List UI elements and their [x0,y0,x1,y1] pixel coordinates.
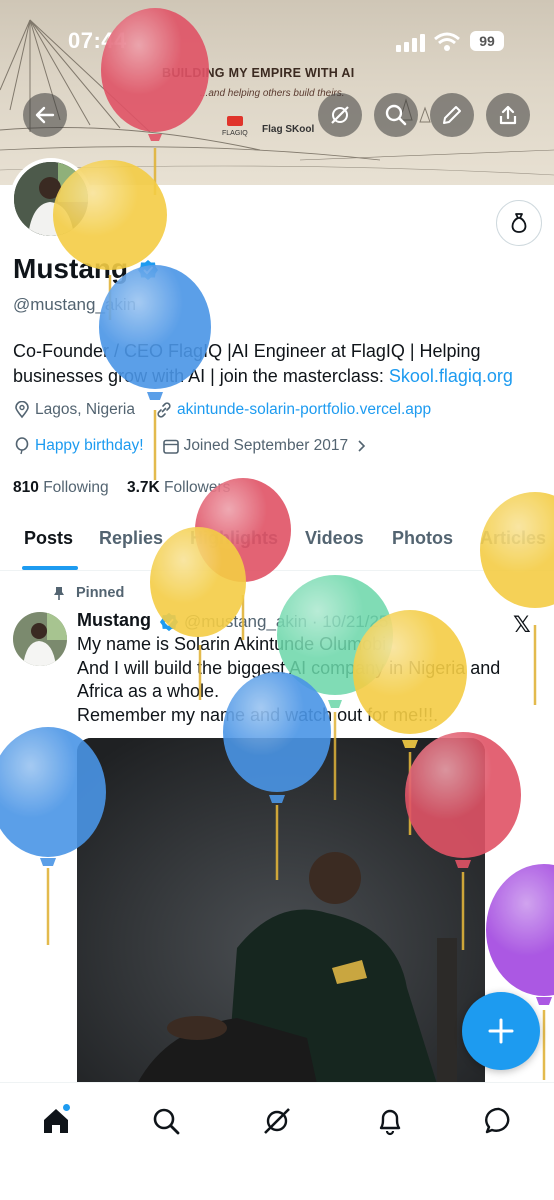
location-pin-icon [15,401,29,419]
profile-website[interactable]: akintunde-solarin-portfolio.vercel.app [177,401,431,419]
tab-replies[interactable]: Replies [99,528,163,549]
post-text: My name is Solarin Akintunde Olumobi And… [77,633,537,727]
tab-highlights[interactable]: Highlights [190,528,278,549]
post-text-line: Africa as a whole. [77,681,220,701]
following-label: Following [43,479,109,496]
verified-badge-icon[interactable] [137,259,159,281]
calendar-icon [162,439,179,454]
active-tab-indicator [22,566,78,570]
bell-icon [379,1109,401,1136]
nav-home[interactable] [36,1101,76,1141]
flag-skool-text: Flag SKool [262,124,315,135]
compose-button[interactable] [462,992,540,1070]
pin-icon [54,587,64,600]
flagiq-logo-text: FLAGIQ [222,130,248,137]
profile-meta-row-1: Lagos, Nigeria akintunde-solarin-portfol… [13,401,431,419]
link-icon [157,402,171,418]
back-button[interactable] [23,93,67,137]
wifi-icon [434,32,460,51]
nav-messages[interactable] [479,1101,519,1141]
post-text-line: My name is Solarin Akintunde Olumobi [77,634,387,654]
flagiq-logo: FLAGIQ [222,116,248,137]
post-author-name[interactable]: Mustang [77,610,151,631]
follow-stats: 810 Following 3.7K Followers [13,479,230,497]
post-photo-illustration [77,738,485,1084]
cellular-signal-icon [396,34,425,52]
bottom-nav [0,1082,554,1200]
battery-indicator: 99 [470,31,504,51]
avatar-photo [14,162,88,236]
search-icon [385,104,407,126]
profile-name: Mustang [13,253,129,284]
chevron-right-icon[interactable] [354,439,368,453]
bio-link[interactable]: Skool.flagiq.org [389,366,513,386]
post-image[interactable] [77,738,485,1084]
plus-icon [488,1018,514,1044]
joined-date: Joined September 2017 [183,437,349,454]
tab-articles[interactable]: Articles [480,528,546,549]
post-meta: @mustang_akin · 10/21/25 [184,612,389,631]
status-bar: 07:44 99 [0,26,554,56]
pinned-indicator: Pinned [52,585,124,601]
edit-button[interactable] [430,93,474,137]
search-icon [153,1108,180,1135]
tab-photos[interactable]: Photos [392,528,453,549]
post-verified-badge-icon [159,612,179,632]
money-bag-icon [511,213,527,233]
following-link[interactable]: 810 Following [13,479,109,496]
following-count: 810 [13,479,39,496]
followers-label: Followers [164,479,231,496]
profile-tabs: Posts Replies Highlights Videos Photos A… [0,515,554,571]
tab-posts[interactable]: Posts [24,528,73,549]
share-icon [499,105,517,125]
grok-icon [331,106,349,124]
post-avatar-photo [13,612,67,666]
post-text-line: Remember my name and watch out for me!!!… [77,704,439,725]
share-button[interactable] [486,93,530,137]
chat-bubble-icon [485,1107,510,1134]
followers-count: 3.7K [126,479,160,496]
post-author-avatar[interactable] [13,612,67,666]
grok-button[interactable] [318,93,362,137]
banner-subtitle: ...and helping others build theirs. [200,88,345,99]
banner-title: BUILDING MY EMPIRE WITH AI [162,66,355,80]
back-arrow-icon [35,106,55,124]
followers-link[interactable]: 3.7K Followers [127,479,230,496]
profile-location: Lagos, Nigeria [35,401,135,418]
grok-icon [264,1108,290,1134]
nav-grok[interactable] [257,1101,297,1141]
profile-meta-row-2: Happy birthday! Joined September 2017 [13,437,368,455]
birthday-text: Happy birthday! [35,437,144,454]
pencil-icon [443,106,461,124]
balloon-icon [15,437,29,455]
search-button[interactable] [374,93,418,137]
post-text-line: And I will build the biggest AI company … [77,657,501,678]
tip-button[interactable] [496,200,542,246]
pinned-label: Pinned [76,585,125,601]
profile-avatar[interactable] [10,158,92,240]
status-time: 07:44 [68,28,127,53]
profile-handle: @mustang_akin [13,295,137,314]
profile-bio: Co-Founder / CEO FlagIQ |AI Engineer at … [13,339,543,389]
nav-notifications[interactable] [370,1101,410,1141]
tab-videos[interactable]: Videos [305,528,364,549]
notification-dot [62,1103,71,1112]
nav-search[interactable] [146,1101,186,1141]
